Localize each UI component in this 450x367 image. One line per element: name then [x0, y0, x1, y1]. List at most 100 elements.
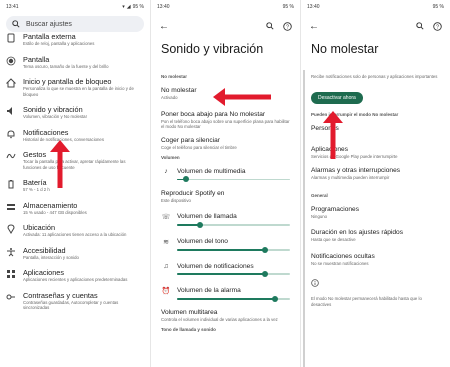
settings-item-1[interactable]: Pantalla externa Estilo de reloj, pantall… — [0, 32, 150, 47]
search-input[interactable]: Buscar ajustes — [6, 16, 144, 32]
search-icon — [12, 20, 20, 28]
settings-item-desc: Tocar la pantalla para activar, apretar … — [23, 159, 126, 170]
help-icon[interactable]: ? — [283, 21, 292, 31]
multitask-volume-setting[interactable]: Volumen multitarea Controla el volumen i… — [151, 309, 300, 323]
status-time: 13:40 — [157, 4, 170, 10]
settings-item-8[interactable]: Almacenamiento 15 % usado - 447 GB dispon… — [0, 201, 150, 216]
alarms-desc: Alarmas y multimedia pueden interrumpir — [311, 175, 390, 180]
settings-item-title: Pantalla — [23, 54, 50, 64]
settings-item-7[interactable]: Batería 57 % - 1 d 2 h — [0, 178, 150, 193]
battery-text: 95 % — [282, 4, 294, 10]
settings-item-title: Notificaciones — [23, 127, 69, 137]
settings-panel: 13:41 ▾ ◢ 95 % Buscar ajustes Pantalla e… — [0, 0, 150, 367]
section-header-ringtone: Tono de llamada y sonido — [161, 327, 216, 332]
settings-item-5[interactable]: Notificaciones Historial de notificacione… — [0, 128, 150, 143]
settings-item-3[interactable]: Inicio y pantalla de bloqueo Personaliza … — [0, 77, 150, 97]
battery-text: 95 % — [432, 4, 444, 10]
settings-item-6[interactable]: Gestos Tocar la pantalla para activar, ap… — [0, 150, 150, 170]
settings-item-title: Batería — [23, 178, 47, 187]
slider-thumb[interactable] — [262, 270, 269, 277]
settings-item-desc: Aplicaciones recientes y aplicaciones pr… — [23, 277, 128, 282]
bell-icon — [6, 129, 16, 139]
apps-setting[interactable]: Aplicaciones Servicios de Google Play pu… — [301, 146, 450, 160]
search-icon[interactable] — [266, 22, 274, 30]
settings-item-title: Almacenamiento — [23, 200, 78, 210]
settings-item-11[interactable]: Aplicaciones Aplicaciones recientes y apl… — [0, 268, 150, 283]
storage-icon — [6, 202, 16, 212]
hidden-desc: No se muestran notificaciones — [311, 260, 369, 266]
schedules-desc: Ninguno — [311, 213, 328, 219]
lift-to-silence-setting[interactable]: Coger para silenciar Coge el teléfono pa… — [151, 137, 300, 151]
svg-text:?: ? — [286, 24, 289, 30]
apps-icon — [6, 269, 16, 279]
volume-label: Volumen del tono — [177, 238, 228, 245]
spotify-desc: Este dispositivo — [161, 198, 191, 203]
page-title: No molestar — [311, 42, 379, 56]
settings-item-desc: Contraseñas guardadas, Autocompletar y c… — [23, 299, 119, 311]
spotify-title: Reproducir Spotify en — [161, 190, 225, 197]
volume-slider[interactable] — [177, 270, 290, 278]
dnd-desc: Activado — [161, 95, 178, 100]
scrollbar[interactable] — [303, 70, 305, 367]
flip-to-dnd-setting[interactable]: Poner boca abajo para No molestar Pon el… — [151, 111, 300, 130]
alarms-setting[interactable]: Alarmas y otras interrupciones Alarmas y… — [301, 167, 450, 181]
settings-item-4[interactable]: Sonido y vibración Volumen, vibración y N… — [0, 105, 150, 120]
turn-off-now-button[interactable]: Desactivar ahora — [311, 91, 363, 104]
volume-slider[interactable] — [177, 175, 290, 183]
settings-item-12[interactable]: Contraseñas y cuentas Contraseñas guardad… — [0, 291, 150, 311]
info-block: El modo No molestar permanecerá habilita… — [301, 274, 450, 307]
display-cutoff-icon — [6, 33, 16, 43]
apps-title: Aplicaciones — [311, 145, 349, 153]
info-text: El modo No molestar permanecerá habilita… — [311, 296, 422, 307]
hold-desc: Coge el teléfono para silenciar el timbr… — [161, 144, 237, 150]
slider-thumb[interactable] — [196, 221, 203, 228]
duration-setting[interactable]: Duración en los ajustes rápidos Hasta qu… — [301, 229, 450, 243]
settings-item-10[interactable]: Accesibilidad Pantalla, interacción y son… — [0, 246, 150, 261]
battery-text: 95 % — [132, 4, 144, 10]
duration-title: Duración en los ajustes rápidos — [311, 229, 403, 236]
settings-item-title: Gestos — [23, 150, 47, 159]
signal-icon: ◢ — [126, 4, 131, 10]
settings-item-title: Sonido y vibración — [23, 105, 83, 114]
hidden-notifications-setting[interactable]: Notificaciones ocultas No se muestran no… — [301, 253, 450, 267]
settings-item-desc: 15 % usado - 447 GB disponibles — [23, 209, 87, 215]
ringer-icon: ≋ — [163, 238, 169, 246]
slider-thumb[interactable] — [272, 295, 279, 302]
volume-slider[interactable] — [177, 295, 290, 303]
dnd-title: No molestar — [161, 87, 197, 94]
section-header-general: General — [311, 192, 328, 198]
spotify-setting[interactable]: Reproducir Spotify en Este dispositivo — [151, 190, 300, 204]
status-time: 13:41 — [6, 4, 19, 10]
people-setting[interactable]: Personas — [301, 125, 450, 133]
help-icon[interactable]: ? — [433, 21, 442, 31]
slider-thumb[interactable] — [183, 176, 190, 182]
section-header-dnd: No molestar — [161, 74, 188, 79]
speaker-icon — [6, 106, 16, 116]
settings-item-desc: 57 % - 1 d 2 h — [23, 187, 50, 192]
svg-text:?: ? — [436, 24, 439, 30]
brightness-icon — [6, 56, 16, 66]
settings-item-2[interactable]: Pantalla Tema oscuro, tamaño de la fuente… — [0, 55, 150, 70]
volume-label: Volumen de multimedia — [177, 168, 246, 175]
back-arrow-icon[interactable]: ← — [309, 21, 319, 32]
multi-title: Volumen multitarea — [161, 308, 218, 316]
volume-slider[interactable] — [177, 221, 290, 229]
settings-item-9[interactable]: Ubicación Activada: 11 aplicaciones tiene… — [0, 223, 150, 238]
settings-item-title: Pantalla externa — [23, 32, 76, 41]
back-arrow-icon[interactable]: ← — [159, 21, 169, 32]
settings-item-title: Inicio y pantalla de bloqueo — [23, 77, 112, 86]
schedules-setting[interactable]: Programaciones Ninguno — [301, 206, 450, 220]
accessibility-icon — [6, 247, 16, 257]
volume-slider[interactable] — [177, 246, 290, 254]
page-title: Sonido y vibración — [161, 42, 264, 56]
schedules-title: Programaciones — [311, 205, 360, 213]
dnd-setting[interactable]: No molestar Activado — [151, 87, 300, 101]
search-icon[interactable] — [416, 22, 424, 30]
key-icon — [6, 292, 16, 302]
bell-icon: ♫ — [163, 262, 169, 270]
multi-desc: Controla el volumen individual de varias… — [161, 316, 278, 322]
slider-thumb[interactable] — [262, 246, 269, 253]
location-icon — [6, 224, 16, 234]
volume-control-3: ≋ Volumen del tono — [151, 238, 300, 254]
music-note-icon: ♪ — [164, 168, 168, 175]
